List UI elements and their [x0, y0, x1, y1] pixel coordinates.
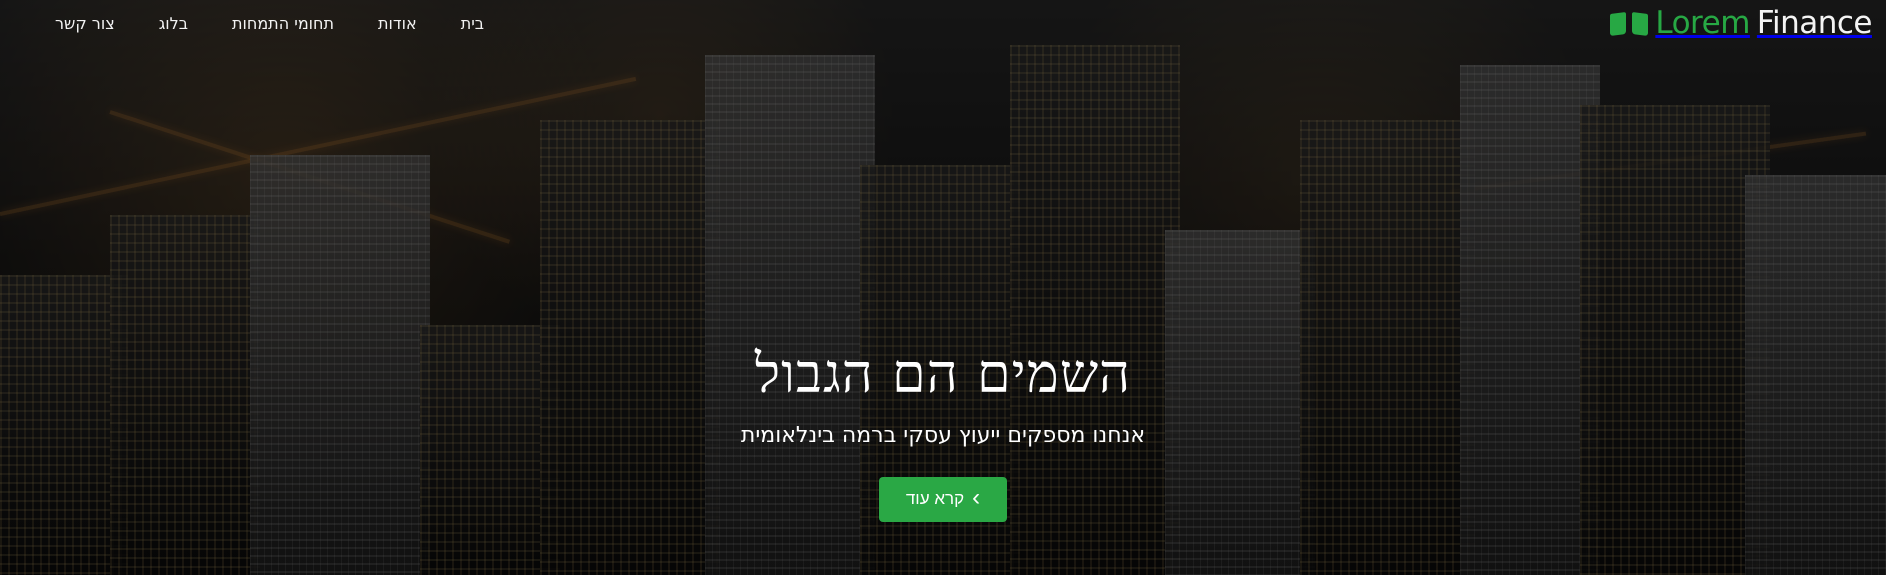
hero-content: השמים הם הגבול אנחנו מספקים ייעוץ עסקי ב…: [0, 342, 1886, 522]
read-more-label: קרא עוד: [905, 489, 965, 509]
nav-expertise-link[interactable]: תחומי התמחות: [232, 14, 334, 33]
brand-lorem: Lorem: [1655, 5, 1750, 41]
brand-logo[interactable]: Lorem Finance: [1610, 8, 1872, 39]
hero-subtitle: אנחנו מספקים ייעוץ עסקי ברמה בינלאומית: [740, 422, 1146, 448]
hero-title: השמים הם הגבול: [754, 342, 1132, 405]
nav-blog-link[interactable]: בלוג: [159, 14, 188, 33]
chevron-right-icon: ›: [972, 484, 981, 512]
hero-section: צור קשר בלוג תחומי התמחות אודות בית Lore…: [0, 0, 1886, 575]
nav-home-link[interactable]: בית: [461, 14, 484, 33]
nav-contact-link[interactable]: צור קשר: [55, 14, 115, 33]
main-navigation: צור קשר בלוג תחומי התמחות אודות בית: [55, 14, 484, 33]
nav-about-link[interactable]: אודות: [378, 14, 417, 33]
read-more-button[interactable]: › קרא עוד: [879, 476, 1007, 522]
open-book-icon: [1610, 11, 1648, 37]
brand-finance: Finance: [1756, 5, 1873, 41]
